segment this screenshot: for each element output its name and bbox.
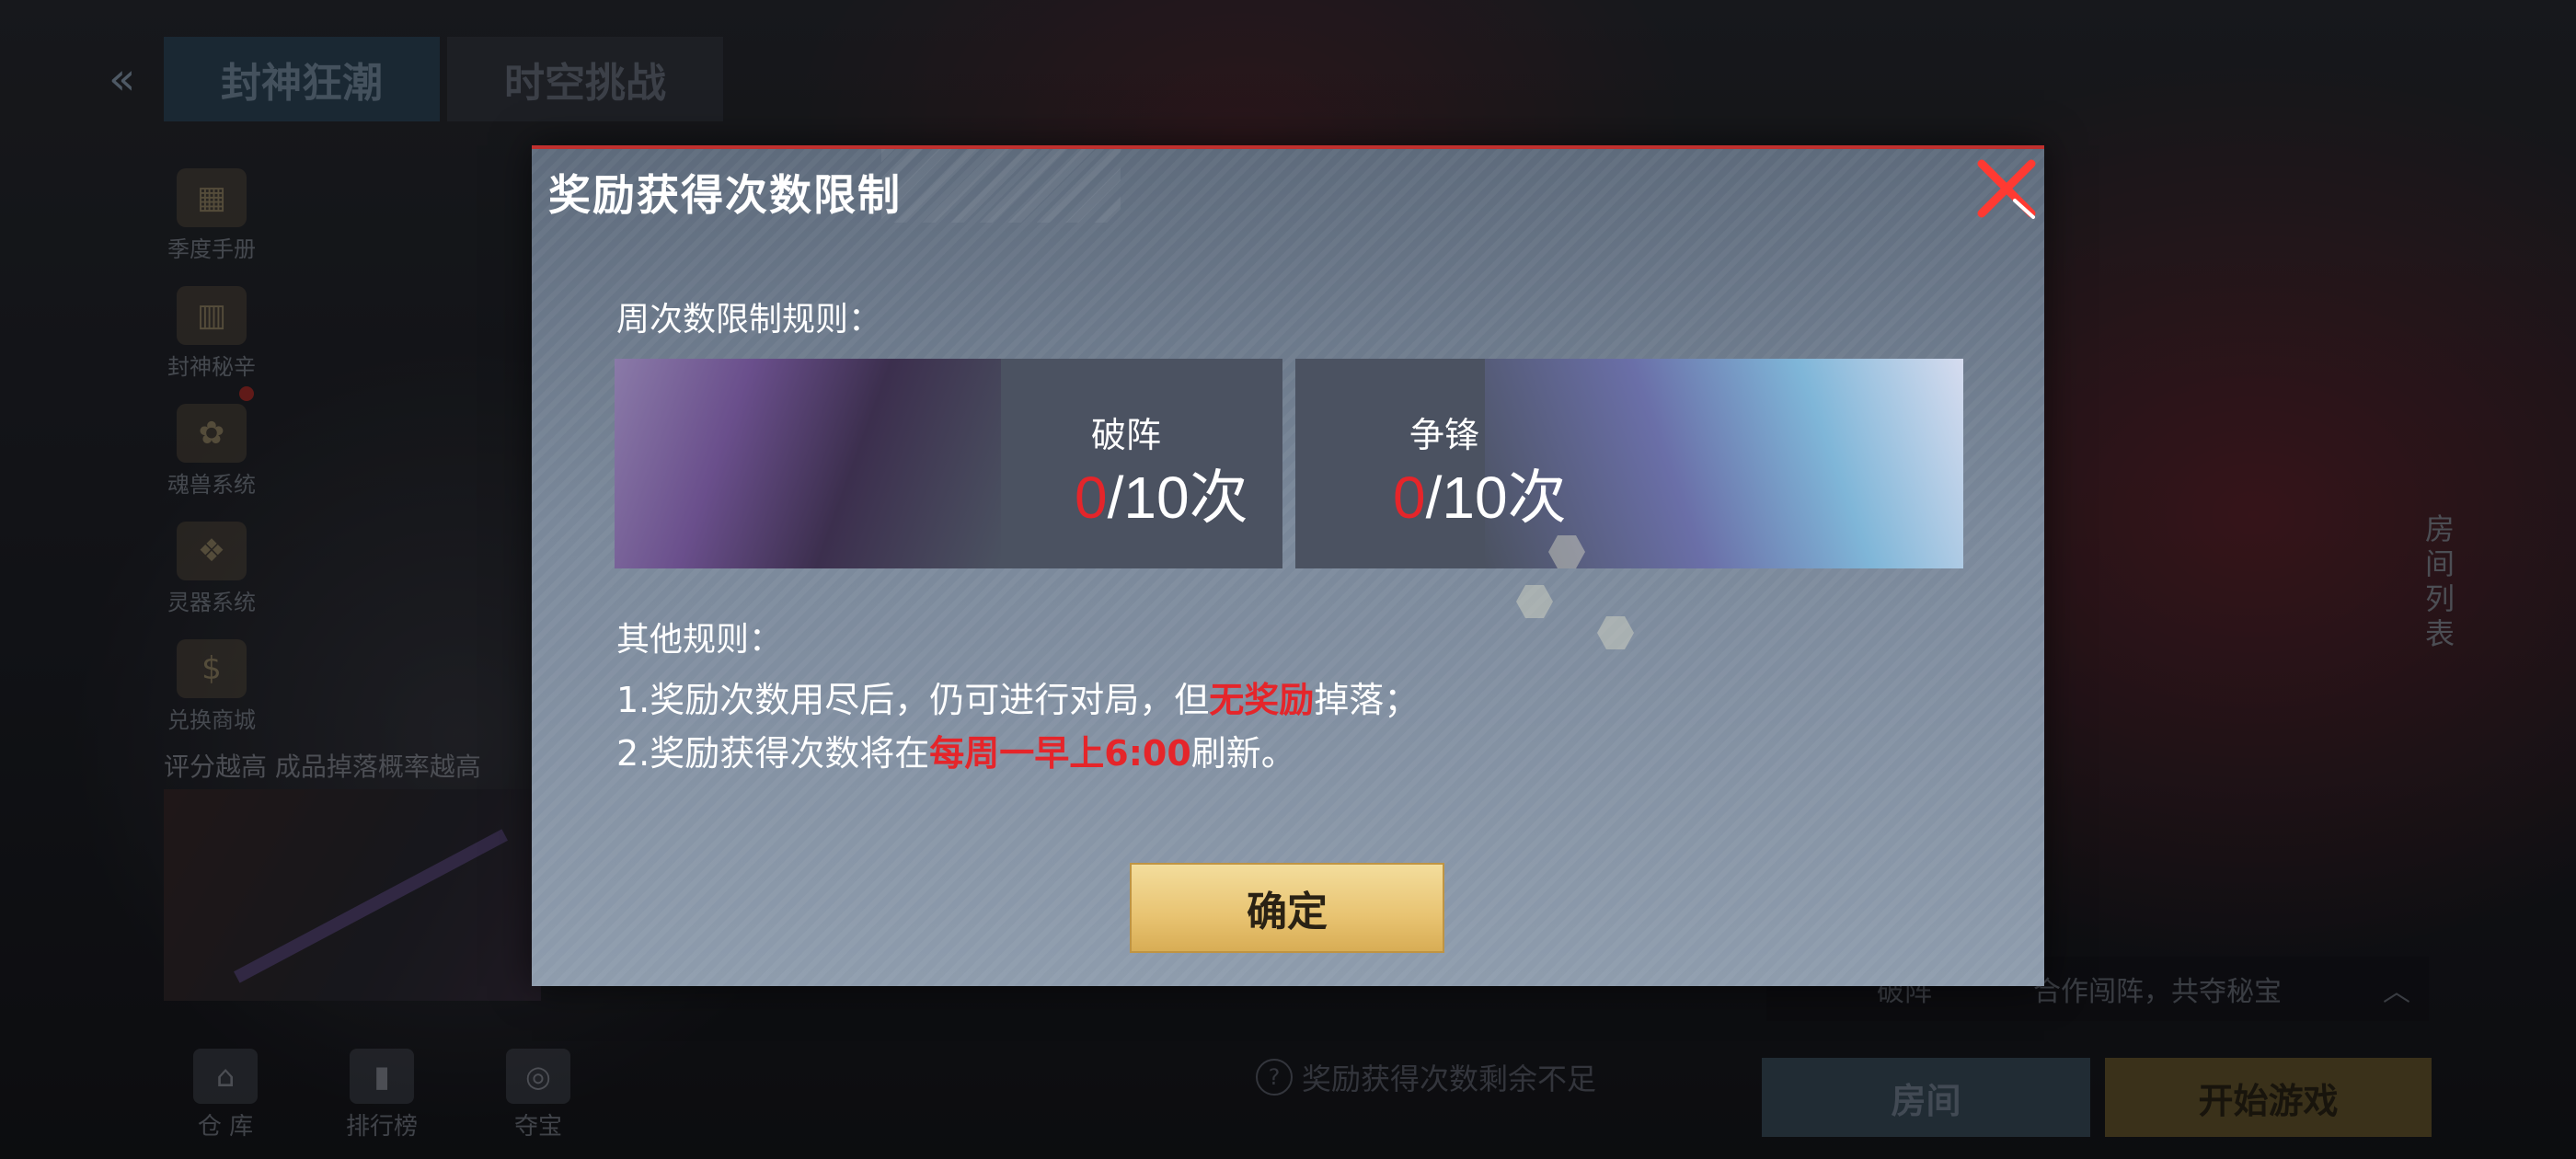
mode-count: 0/10次 [1075, 465, 1248, 531]
mode-name: 破阵 [1091, 415, 1162, 455]
mode-count: 0/10次 [1393, 465, 1567, 531]
rule-line-1: 1.奖励次数用尽后，仍可进行对局，但无奖励掉落； [616, 680, 1420, 720]
mode-name: 争锋 [1409, 415, 1480, 455]
confirm-button[interactable]: 确定 [1130, 863, 1444, 953]
dialog-title: 奖励获得次数限制 [548, 170, 902, 220]
other-rules-heading: 其他规则： [616, 621, 783, 659]
hero-portrait-image [615, 359, 1001, 568]
close-icon[interactable] [1972, 155, 2041, 223]
hexagon-decoration [1516, 585, 1553, 618]
hexagon-decoration [1597, 616, 1634, 649]
weekly-rules-heading: 周次数限制规则： [616, 301, 882, 339]
mode-card-zhengfeng: 争锋 0/10次 [1295, 359, 1963, 568]
reward-limit-dialog: 奖励获得次数限制 周次数限制规则： 破阵 0/10次 争锋 0/10次 其他规则… [532, 145, 2044, 986]
mode-card-pozhen: 破阵 0/10次 [615, 359, 1282, 568]
rule-line-2: 2.奖励获得次数将在每周一早上6:00刷新。 [616, 733, 1296, 774]
